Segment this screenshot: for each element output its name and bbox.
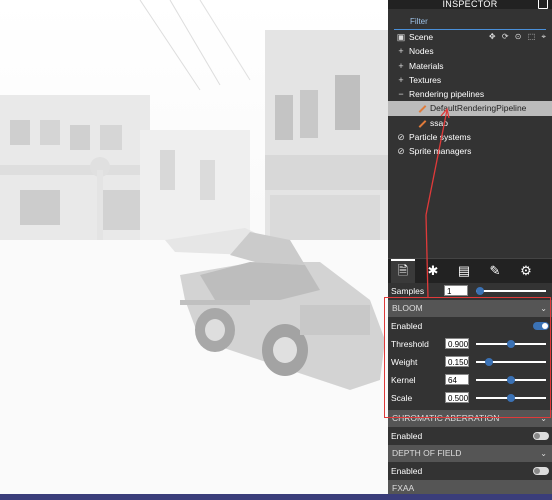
enabled-label: Enabled	[391, 321, 423, 331]
scene-viewport[interactable]	[0, 0, 388, 500]
blocked-icon: ⊘	[397, 132, 405, 143]
chevron-down-icon[interactable]: ⌄	[540, 300, 547, 317]
chromatic-enabled-toggle[interactable]	[533, 432, 549, 440]
inspector-header: INSPECTOR	[388, 0, 552, 9]
tree-item-label: Rendering pipelines	[409, 89, 485, 100]
popout-icon[interactable]	[538, 0, 548, 9]
enabled-label: Enabled	[391, 466, 423, 476]
kernel-row: Kernel 64	[388, 371, 552, 389]
bloom-enabled-toggle[interactable]	[533, 322, 549, 330]
tree-item-textures[interactable]: + Textures	[388, 73, 552, 87]
chromatic-enabled-row: Enabled	[388, 427, 552, 445]
wrench-icon[interactable]: ✎	[483, 261, 507, 281]
tree-item-ssao[interactable]: ssao	[388, 116, 552, 130]
tree-item-default-pipeline[interactable]: DefaultRenderingPipeline	[388, 101, 552, 116]
threshold-row: Threshold 0.900	[388, 335, 552, 353]
chevron-down-icon[interactable]: ⌄	[540, 410, 547, 427]
samples-label: Samples	[391, 286, 425, 296]
weight-label: Weight	[391, 357, 418, 367]
kernel-slider-thumb[interactable]	[507, 376, 515, 384]
tree-item-sprite-managers[interactable]: ⊘ Sprite managers	[388, 144, 552, 158]
weight-input[interactable]: 0.150	[445, 356, 469, 367]
blocked-icon: ⊘	[397, 146, 405, 157]
scene-icon: ▣	[396, 32, 406, 42]
filter-input[interactable]: Filter	[394, 15, 546, 30]
collapse-icon[interactable]: −	[396, 87, 406, 101]
samples-slider-thumb[interactable]	[476, 287, 484, 295]
section-title: DEPTH OF FIELD	[392, 448, 462, 458]
toggle-knob	[542, 323, 548, 329]
inspector-panel: INSPECTOR Filter ▣ Scene ✥ ⟳ ⊙ ⬚ ⌖ + Nodes…	[388, 0, 552, 494]
tree-item-label: Textures	[409, 74, 442, 85]
scale-input[interactable]: 0.500	[445, 392, 469, 403]
scene-tree: ▣ Scene ✥ ⟳ ⊙ ⬚ ⌖ + Nodes + Materials + Text…	[388, 30, 552, 159]
tree-item-label: ssao	[430, 117, 448, 128]
chromatic-section-header[interactable]: CHROMATIC ABERRATION ⌄	[388, 410, 552, 427]
scale-slider-thumb[interactable]	[507, 394, 515, 402]
chevron-down-icon[interactable]: ⌄	[540, 445, 547, 462]
samples-slider[interactable]	[476, 290, 546, 292]
file-icon[interactable]: 🗎	[391, 259, 415, 283]
bloom-enabled-row: Enabled	[388, 317, 552, 335]
weight-row: Weight 0.150	[388, 353, 552, 371]
enabled-label: Enabled	[391, 431, 423, 441]
tree-item-label: Particle systems	[409, 132, 471, 143]
tree-item-materials[interactable]: + Materials	[388, 59, 552, 73]
tree-item-rendering-pipelines[interactable]: − Rendering pipelines	[388, 87, 552, 101]
expand-icon[interactable]: +	[396, 73, 406, 87]
inspector-title: INSPECTOR	[442, 0, 498, 9]
scale-label: Scale	[391, 393, 413, 403]
pencil-icon	[418, 105, 427, 114]
tree-item-label: Scene	[409, 32, 434, 42]
bug-icon[interactable]: ✱	[421, 261, 445, 281]
samples-row: Samples 1	[388, 282, 552, 300]
section-title: CHROMATIC ABERRATION	[392, 413, 500, 423]
inspector-tabs: 🗎 ✱ ▤ ✎ ⚙	[388, 258, 552, 283]
threshold-label: Threshold	[391, 339, 429, 349]
pipeline-properties: Samples 1 BLOOM ⌄ Enabled Threshold 0.90…	[388, 282, 552, 494]
tree-item-label: Materials	[409, 60, 444, 71]
stats-icon[interactable]: ▤	[452, 261, 476, 281]
toggle-knob	[534, 468, 540, 474]
scale-row: Scale 0.500	[388, 389, 552, 407]
bloom-section-header[interactable]: BLOOM ⌄	[388, 300, 552, 317]
tree-item-label: DefaultRenderingPipeline	[430, 103, 527, 114]
scene-gizmo-icons[interactable]: ✥ ⟳ ⊙ ⬚ ⌖	[489, 30, 548, 44]
kernel-label: Kernel	[391, 375, 416, 385]
bottom-bar	[0, 494, 552, 500]
toggle-knob	[534, 433, 540, 439]
tree-item-label: Nodes	[409, 46, 434, 57]
kernel-input[interactable]: 64	[445, 374, 469, 385]
pencil-icon	[418, 119, 427, 128]
tree-item-scene[interactable]: ▣ Scene ✥ ⟳ ⊙ ⬚ ⌖	[388, 30, 552, 44]
expand-icon[interactable]: +	[396, 44, 406, 58]
dof-enabled-row: Enabled	[388, 462, 552, 480]
fxaa-section-header[interactable]: FXAA	[388, 480, 552, 494]
samples-input[interactable]: 1	[444, 285, 468, 296]
dof-enabled-toggle[interactable]	[533, 467, 549, 475]
section-title: FXAA	[392, 483, 415, 493]
expand-icon[interactable]: +	[396, 59, 406, 73]
tree-item-particle-systems[interactable]: ⊘ Particle systems	[388, 130, 552, 144]
tree-item-label: Sprite managers	[409, 146, 472, 157]
weight-slider-thumb[interactable]	[485, 358, 493, 366]
tree-item-nodes[interactable]: + Nodes	[388, 44, 552, 58]
gear-icon[interactable]: ⚙	[514, 261, 538, 281]
section-title: BLOOM	[392, 303, 423, 313]
threshold-slider-thumb[interactable]	[507, 340, 515, 348]
dof-section-header[interactable]: DEPTH OF FIELD ⌄	[388, 445, 552, 462]
threshold-input[interactable]: 0.900	[445, 338, 469, 349]
